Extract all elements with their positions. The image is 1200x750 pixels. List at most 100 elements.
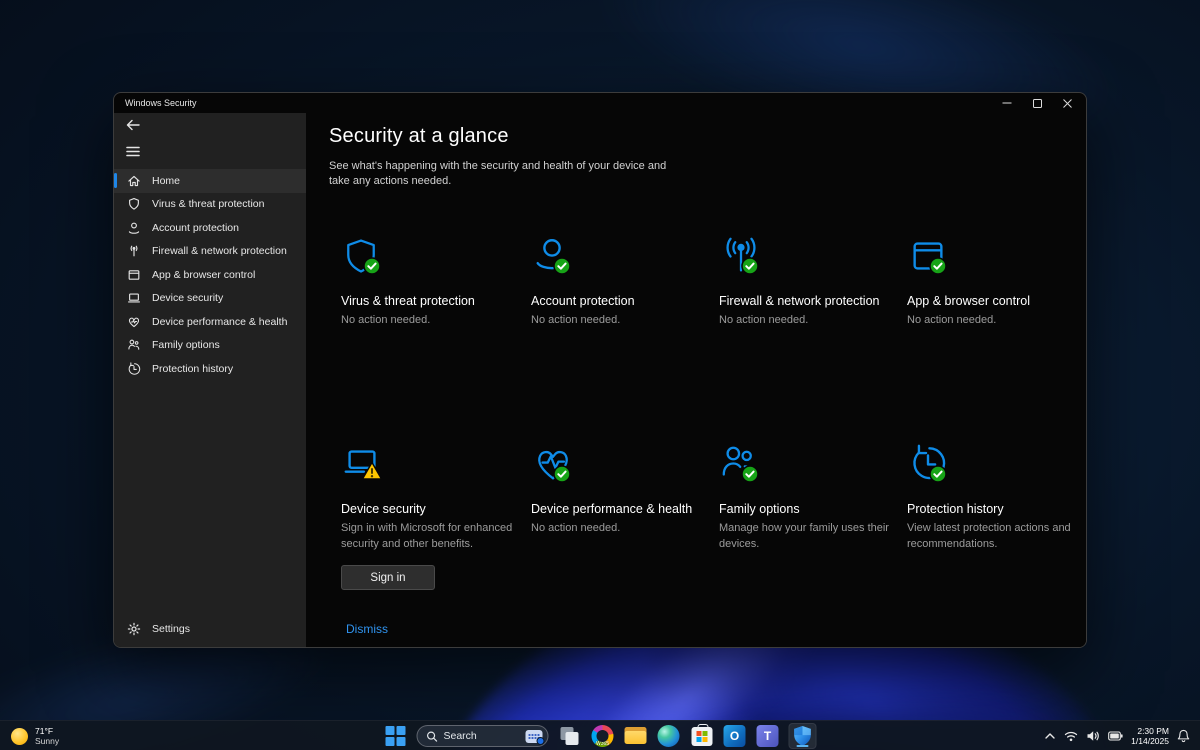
sun-icon	[11, 728, 28, 745]
clock[interactable]: 2:30 PM 1/14/2025	[1131, 726, 1169, 746]
back-button[interactable]	[123, 116, 143, 134]
minimize-button[interactable]	[992, 93, 1022, 113]
settings-label: Settings	[152, 623, 190, 635]
sidebar-item-app-browser-control[interactable]: App & browser control	[114, 263, 306, 287]
window-controls	[992, 93, 1082, 113]
tile-account-protection[interactable]: Account protection No action needed.	[531, 235, 709, 329]
store-icon	[691, 727, 712, 746]
status-check-badge	[741, 257, 759, 280]
microsoft-365-label: W365	[592, 741, 614, 747]
tile-device-security[interactable]: Device security Sign in with Microsoft f…	[341, 443, 519, 590]
history-icon	[907, 443, 957, 489]
task-view-button[interactable]	[558, 724, 582, 748]
antenna-icon	[127, 244, 141, 258]
sidebar-item-label: Protection history	[152, 363, 233, 375]
status-check-badge	[553, 257, 571, 280]
sidebar-item-firewall-network-protection[interactable]: Firewall & network protection	[114, 240, 306, 264]
tile-virus-threat-protection[interactable]: Virus & threat protection No action need…	[341, 235, 519, 329]
weather-condition: Sunny	[35, 736, 59, 746]
tile-status: No action needed.	[719, 313, 897, 328]
sidebar-item-label: Device security	[152, 292, 223, 304]
tile-status: Sign in with Microsoft for enhanced secu…	[341, 521, 519, 552]
sidebar-item-label: Account protection	[152, 222, 239, 234]
main-content: Security at a glance See what's happenin…	[306, 113, 1086, 647]
sidebar-item-device-security[interactable]: Device security	[114, 287, 306, 311]
microsoft-store-button[interactable]	[690, 724, 714, 748]
shield-icon	[341, 235, 391, 281]
search-highlight-icon	[526, 730, 543, 743]
hamburger-icon	[126, 146, 140, 157]
clock-time: 2:30 PM	[1131, 726, 1169, 736]
page-title: Security at a glance	[329, 125, 509, 148]
windows-security-window: Windows Security	[113, 92, 1087, 648]
status-check-badge	[929, 465, 947, 488]
tile-app-browser-control[interactable]: App & browser control No action needed.	[907, 235, 1085, 329]
file-explorer-button[interactable]	[624, 724, 648, 748]
tile-title: Device security	[341, 501, 519, 517]
taskbar-center: Search W365 O T	[384, 721, 817, 750]
network-button[interactable]	[1064, 730, 1078, 742]
menu-toggle-button[interactable]	[123, 142, 143, 160]
hidden-icons-chevron-button[interactable]	[1044, 731, 1056, 741]
sidebar-item-device-performance-health[interactable]: Device performance & health	[114, 310, 306, 334]
tile-status: No action needed.	[531, 313, 709, 328]
home-icon	[127, 174, 141, 188]
windows-logo-icon	[386, 726, 406, 746]
taskbar: 71°F Sunny Search W365	[0, 720, 1200, 750]
microsoft-365-button[interactable]: W365	[591, 724, 615, 748]
sign-in-button[interactable]: Sign in	[341, 565, 435, 590]
sidebar-item-label: App & browser control	[152, 269, 255, 281]
notification-center-button[interactable]	[1177, 729, 1190, 743]
antenna-icon	[719, 235, 769, 281]
chevron-up-icon	[1044, 731, 1056, 741]
person-icon	[531, 235, 581, 281]
close-button[interactable]	[1052, 93, 1082, 113]
sidebar-item-protection-history[interactable]: Protection history	[114, 357, 306, 381]
laptop-icon	[127, 291, 141, 305]
teams-button[interactable]: T	[756, 724, 780, 748]
sidebar-item-settings[interactable]: Settings	[114, 617, 306, 641]
tile-device-performance-health[interactable]: Device performance & health No action ne…	[531, 443, 709, 537]
tile-family-options[interactable]: Family options Manage how your family us…	[719, 443, 897, 552]
start-button[interactable]	[384, 724, 408, 748]
tile-firewall-network-protection[interactable]: Firewall & network protection No action …	[719, 235, 897, 329]
battery-button[interactable]	[1108, 731, 1123, 741]
maximize-button[interactable]	[1022, 93, 1052, 113]
back-arrow-icon	[126, 119, 140, 131]
outlook-button[interactable]: O	[723, 724, 747, 748]
sidebar-item-label: Firewall & network protection	[152, 245, 287, 257]
bell-icon	[1177, 729, 1190, 743]
tile-protection-history[interactable]: Protection history View latest protectio…	[907, 443, 1085, 552]
status-warning-badge	[361, 461, 383, 486]
sidebar-item-family-options[interactable]: Family options	[114, 334, 306, 358]
tile-title: Virus & threat protection	[341, 293, 519, 309]
person-icon	[127, 221, 141, 235]
sidebar-item-label: Home	[152, 175, 180, 187]
sidebar-item-label: Virus & threat protection	[152, 198, 264, 210]
taskbar-search-box[interactable]: Search	[417, 725, 549, 747]
weather-widget[interactable]: 71°F Sunny	[11, 721, 59, 750]
titlebar[interactable]: Windows Security	[114, 93, 1086, 113]
speaker-icon	[1086, 730, 1100, 742]
dismiss-link[interactable]: Dismiss	[346, 622, 388, 636]
page-subtitle: See what's happening with the security a…	[329, 159, 674, 189]
sidebar-item-account-protection[interactable]: Account protection	[114, 216, 306, 240]
windows-security-taskbar-button[interactable]	[789, 723, 817, 749]
sidebar-item-home[interactable]: Home	[114, 169, 306, 193]
wifi-icon	[1064, 730, 1078, 742]
tile-title: App & browser control	[907, 293, 1085, 309]
sidebar-item-label: Device performance & health	[152, 316, 287, 328]
sidebar-item-label: Family options	[152, 339, 220, 351]
volume-button[interactable]	[1086, 730, 1100, 742]
edge-button[interactable]	[657, 724, 681, 748]
status-check-badge	[553, 465, 571, 488]
windows-security-shield-icon	[793, 725, 813, 747]
weather-temperature: 71°F	[35, 726, 59, 736]
tile-title: Protection history	[907, 501, 1085, 517]
family-icon	[719, 443, 769, 489]
sidebar-item-virus-threat-protection[interactable]: Virus & threat protection	[114, 193, 306, 217]
battery-icon	[1108, 731, 1123, 741]
clock-date: 1/14/2025	[1131, 736, 1169, 746]
tile-status: Manage how your family uses their device…	[719, 521, 897, 552]
tile-status: No action needed.	[907, 313, 1085, 328]
